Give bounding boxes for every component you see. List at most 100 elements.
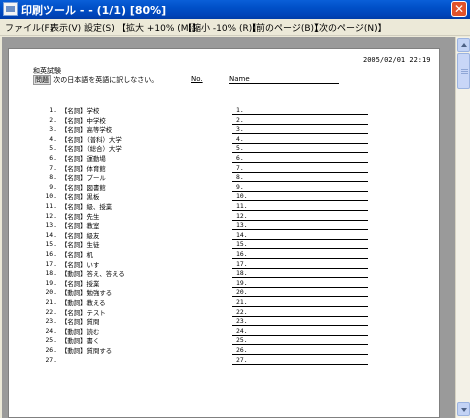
question-number: 9. (49, 182, 57, 191)
question-row: 11. 【名詞】級、授業 11. (9, 202, 441, 211)
question-text: 【名詞】いす (61, 260, 100, 269)
answer-line: 12. (232, 212, 368, 221)
question-row: 13. 【名詞】教室 13. (9, 221, 441, 231)
answer-line: 4. (232, 135, 368, 144)
question-row: 26. 【動詞】質問する 26. (9, 346, 441, 355)
answer-line: 15. (232, 240, 368, 250)
answer-line: 11. (232, 202, 368, 211)
question-number: 27. (45, 355, 57, 364)
question-number: 8. (49, 173, 57, 182)
menu-file[interactable]: ファイル(F) (5, 21, 53, 34)
answer-line: 26. (232, 346, 368, 355)
question-number: 26. (45, 346, 57, 354)
question-text: 【名詞】高等学校 (61, 126, 113, 135)
question-text: 【名詞】中学校 (61, 116, 106, 125)
question-row: 8. 【名詞】プール 8. (9, 173, 441, 183)
menu-view[interactable]: 表示(V) (50, 21, 81, 34)
name-underline (229, 83, 339, 84)
question-text: 【名詞】級、授業 (61, 203, 113, 211)
question-text: 【名詞】学校 (61, 107, 100, 115)
instruction-text: 次の日本語を英語に訳しなさい。 (53, 76, 159, 84)
question-row: 18. 【動詞】答え、答える 18. (9, 269, 441, 279)
question-row: 23. 【名詞】質問 23. (9, 317, 441, 327)
menu-next-page[interactable]: 【次のページ(N)】 (310, 21, 387, 34)
question-row: 25. 【動詞】書く 25. (9, 336, 441, 346)
answer-line: 1. (232, 106, 368, 115)
question-number: 2. (49, 115, 57, 124)
question-row: 15. 【名詞】生徒 15. (9, 240, 441, 250)
question-number: 5. (49, 144, 57, 153)
question-number: 18. (45, 269, 57, 278)
close-button[interactable]: ✕ (451, 1, 467, 17)
question-number: 24. (45, 326, 57, 335)
question-number: 7. (49, 163, 57, 172)
question-row: 22. 【名詞】テスト 22. (9, 308, 441, 317)
question-text: 【動詞】質問する (61, 347, 113, 355)
question-number: 4. (49, 134, 57, 143)
question-text: 【名詞】教室 (61, 222, 100, 231)
question-row: 20. 【動詞】勉強する 20. (9, 288, 441, 298)
answer-line: 10. (232, 192, 368, 202)
scroll-up-button[interactable] (457, 38, 470, 52)
grip-line (461, 69, 468, 70)
question-number: 1. (49, 106, 57, 114)
question-number: 11. (45, 202, 57, 210)
question-row: 3. 【名詞】高等学校 3. (9, 125, 441, 135)
question-row: 7. 【名詞】体育館 7. (9, 164, 441, 173)
question-number: 22. (45, 307, 57, 316)
question-row: 19. 【名詞】授業 19. (9, 279, 441, 288)
question-row: 27. 27. (9, 356, 441, 365)
question-row: 1. 【名詞】学校 1. (9, 106, 441, 115)
question-text: 【名詞】プール (61, 174, 106, 183)
question-text: 【動詞】答え、答える (61, 270, 125, 279)
print-page: 2005/02/01 22:19 和英試験 問題 次の日本語を英語に訳しなさい。… (8, 48, 440, 418)
window-title: 印刷ツール - - (1/1) [80%] (21, 4, 167, 17)
answer-line: 6. (232, 154, 368, 163)
scroll-thumb[interactable] (457, 53, 470, 89)
question-row: 21. 【動詞】教える 21. (9, 298, 441, 307)
question-text: 【名詞】生徒 (61, 241, 100, 250)
question-row: 9. 【名詞】図書館 9. (9, 183, 441, 192)
question-number: 3. (49, 125, 57, 134)
arrow-down-icon (461, 408, 467, 412)
question-text: 【名詞】（総合）大学 (61, 145, 122, 154)
answer-line: 9. (232, 183, 368, 192)
question-text: 【名詞】質問 (61, 318, 100, 327)
question-number: 16. (45, 250, 57, 258)
answer-line: 7. (232, 164, 368, 173)
question-text: 【名詞】運動場 (61, 155, 106, 163)
answer-line: 3. (232, 125, 368, 135)
question-row: 17. 【名詞】いす 17. (9, 260, 441, 269)
question-row: 16. 【名詞】机 16. (9, 250, 441, 259)
question-number: 14. (45, 230, 57, 239)
vertical-scrollbar[interactable] (455, 37, 470, 418)
mondai-badge: 問題 (33, 75, 51, 85)
question-text: 【名詞】黒板 (61, 193, 100, 202)
answer-line: 20. (232, 288, 368, 298)
question-number: 20. (45, 288, 57, 297)
answer-line: 19. (232, 279, 368, 288)
question-text: 【名詞】体育館 (61, 164, 106, 173)
question-text: 【動詞】書く (61, 337, 100, 346)
answer-line: 14. (232, 231, 368, 240)
answer-line: 24. (232, 327, 368, 336)
question-row: 14. 【名詞】級友 14. (9, 231, 441, 240)
question-text: 【動詞】教える (61, 299, 106, 307)
menu-bar: ファイル(F) 表示(V) 設定(S) 【拡大 +10% (M)】 【縮小 -1… (0, 19, 470, 36)
question-number: 13. (45, 221, 57, 230)
question-number: 19. (45, 278, 57, 287)
answer-line: 23. (232, 317, 368, 327)
grip-line (461, 73, 468, 74)
title-bar[interactable]: 印刷ツール - - (1/1) [80%] ✕ (0, 0, 470, 19)
question-number: 25. (45, 336, 57, 345)
question-text: 【名詞】（普科）大学 (61, 135, 122, 144)
scroll-down-button[interactable] (457, 402, 470, 416)
question-row: 4. 【名詞】（普科）大学 4. (9, 135, 441, 144)
question-number: 10. (45, 192, 57, 201)
question-row: 10. 【名詞】黒板 10. (9, 192, 441, 202)
instruction: 問題 次の日本語を英語に訳しなさい。 (33, 75, 158, 85)
question-number: 21. (45, 298, 57, 306)
menu-settings[interactable]: 設定(S) (84, 21, 115, 34)
question-text: 【動詞】読む (61, 327, 100, 336)
question-row: 2. 【名詞】中学校 2. (9, 116, 441, 125)
